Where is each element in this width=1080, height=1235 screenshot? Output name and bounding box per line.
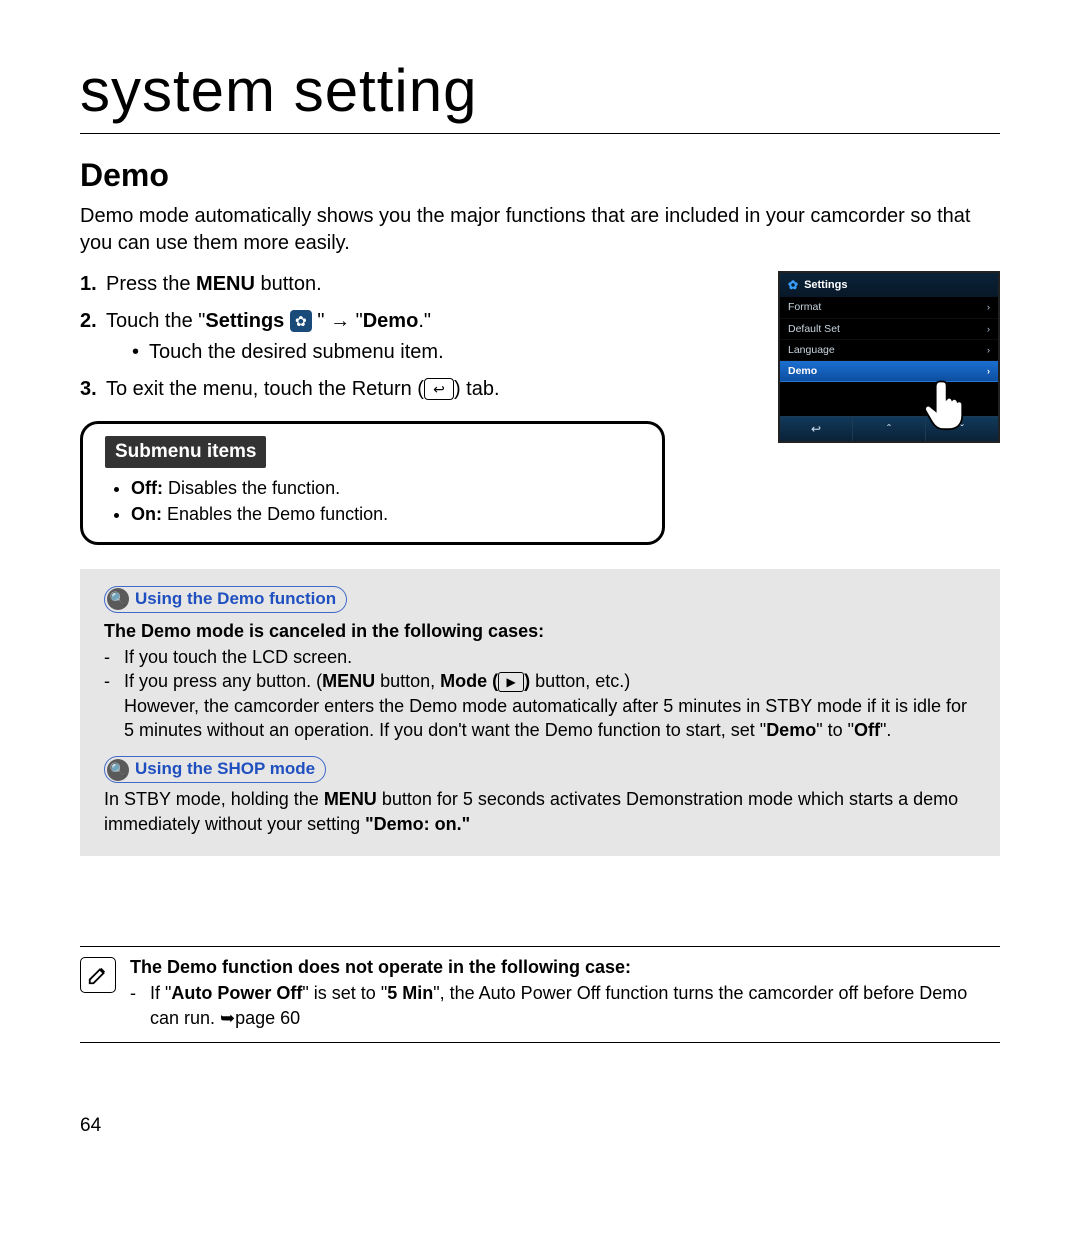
pointing-hand-icon	[921, 376, 976, 431]
camcorder-screenshot: ✿ Settings Format› Default Set› Language…	[778, 271, 1000, 443]
step-3: 3. To exit the menu, touch the Return (↩…	[80, 376, 758, 403]
page-number: 64	[80, 1113, 1000, 1139]
cam-title-text: Settings	[804, 278, 847, 293]
step-2-settings: Settings	[205, 310, 284, 332]
submenu-label: Submenu items	[105, 436, 266, 468]
cam-up-button: ˆ	[853, 417, 926, 441]
step-2-text-e: ."	[418, 310, 431, 332]
info-block: 🔍 Using the Demo function The Demo mode …	[80, 569, 1000, 856]
cam-row-language: Language›	[780, 340, 998, 361]
info-pill-shop: 🔍 Using the SHOP mode	[104, 756, 326, 783]
shop-mode-text: In STBY mode, holding the MENU button fo…	[104, 787, 976, 836]
note-item: - If "Auto Power Off" is set to "5 Min",…	[130, 981, 1000, 1030]
step-2-text-a: Touch the "	[106, 310, 205, 332]
magnifier-icon: 🔍	[107, 759, 129, 781]
step-2-sub: Touch the desired submenu item.	[132, 339, 444, 366]
submenu-box: Submenu items Off: Disables the function…	[80, 421, 665, 545]
cam-title-row: ✿ Settings	[780, 273, 998, 297]
submenu-off: Off: Disables the function.	[131, 476, 640, 500]
steps-column: 1. Press the MENU button. 2. Touch the "…	[80, 271, 758, 545]
step-2-demo: Demo	[363, 310, 419, 332]
submenu-on: On: Enables the Demo function.	[131, 502, 640, 526]
cam-gear-icon: ✿	[788, 277, 798, 293]
step-1: 1. Press the MENU button.	[80, 271, 758, 298]
return-icon: ↩	[424, 378, 454, 400]
info-pill-demo: 🔍 Using the Demo function	[104, 586, 347, 613]
step-1-text-a: Press the	[106, 273, 196, 295]
mode-play-icon: ▶	[498, 672, 524, 692]
step-2: 2. Touch the "Settings ✿ " → "Demo." Tou…	[80, 308, 758, 366]
cancel-case-1: -If you touch the LCD screen.	[104, 645, 976, 669]
step-3-text-b: ) tab.	[454, 378, 500, 400]
settings-gear-icon: ✿	[290, 310, 312, 332]
step-2-text-c: " → "	[312, 310, 363, 332]
step-1-menu: MENU	[196, 273, 255, 295]
step-3-text-a: To exit the menu, touch the Return (	[106, 378, 424, 400]
chapter-title: system setting	[80, 50, 1000, 134]
cancel-case-2: - If you press any button. (MENU button,…	[104, 669, 976, 742]
cam-row-format: Format›	[780, 297, 998, 318]
cancel-intro: The Demo mode is canceled in the followi…	[104, 619, 976, 643]
note-title: The Demo function does not operate in th…	[130, 955, 1000, 979]
intro-text: Demo mode automatically shows you the ma…	[80, 203, 1000, 257]
section-title: Demo	[80, 154, 1000, 197]
cam-return-button: ↩	[780, 417, 853, 441]
note-row: The Demo function does not operate in th…	[80, 946, 1000, 1043]
cam-row-default-set: Default Set›	[780, 319, 998, 340]
step-1-text-c: button.	[255, 273, 322, 295]
note-pencil-icon	[80, 957, 116, 993]
magnifier-icon: 🔍	[107, 588, 129, 610]
